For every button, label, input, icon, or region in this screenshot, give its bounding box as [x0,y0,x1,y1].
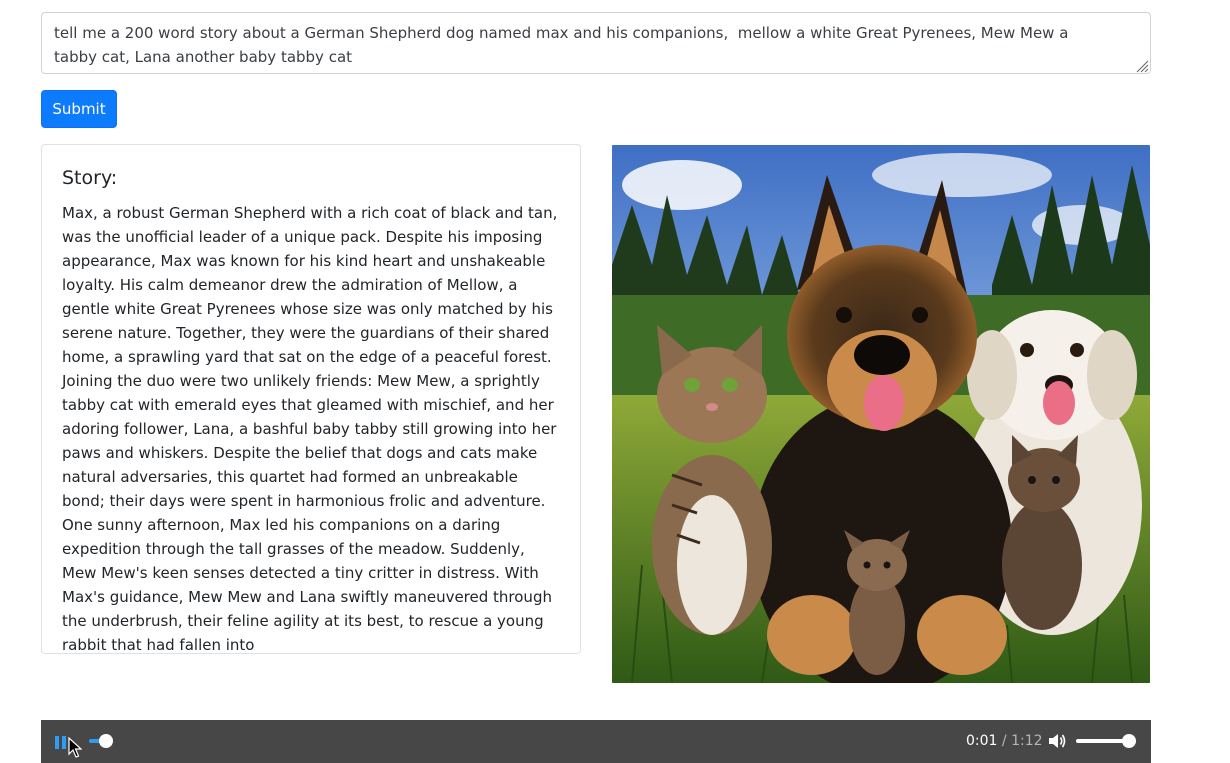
current-time: 0:01 [966,733,998,749]
time-display: 0:01 / 1:12 [966,732,1043,750]
volume-slider[interactable] [1076,734,1136,748]
seek-slider[interactable] [89,734,113,748]
pause-icon [55,735,59,749]
audio-player: 0:01 / 1:12 [41,720,1151,763]
time-separator: / [997,733,1012,749]
story-card: Story: Max, a robust German Shepherd wit… [41,144,581,654]
story-title: Story: [62,167,118,189]
total-time: 1:12 [1011,733,1043,749]
submit-button[interactable]: Submit [41,90,117,128]
prompt-input[interactable]: tell me a 200 word story about a German … [41,12,1151,74]
resize-grip-icon[interactable] [1134,58,1149,73]
volume-icon[interactable] [1047,731,1067,751]
story-text: Max, a robust German Shepherd with a ric… [62,204,558,654]
generated-image [612,145,1150,683]
pause-button[interactable] [55,732,75,752]
